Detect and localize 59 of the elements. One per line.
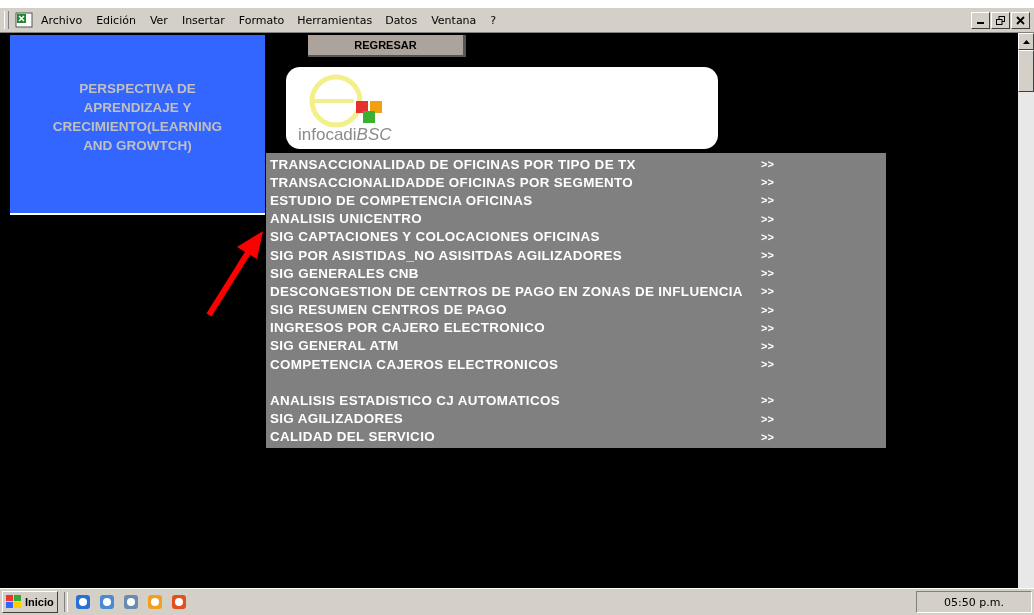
up-arrow-icon (1022, 39, 1030, 44)
menu-item[interactable]: ? (484, 10, 503, 30)
go-link[interactable]: >> (761, 321, 774, 334)
report-link[interactable]: TRANSACCIONALIDADDE OFICINAS POR SEGMENTO (270, 174, 755, 190)
notes-icon[interactable] (121, 593, 140, 611)
go-link[interactable]: >> (761, 358, 774, 371)
go-link[interactable]: >> (761, 249, 774, 262)
menu-item[interactable]: Formato (232, 10, 291, 30)
close-icon (1016, 15, 1025, 25)
go-link[interactable]: >> (761, 412, 774, 425)
report-link[interactable]: COMPETENCIA CAJEROS ELECTRONICOS (270, 356, 755, 372)
start-button[interactable]: Inicio (2, 591, 58, 613)
go-link[interactable]: >> (761, 394, 774, 407)
report-link[interactable]: SIG GENERALES CNB (270, 265, 755, 281)
menu-item[interactable]: Edición (90, 10, 142, 30)
report-link[interactable]: SIG GENERAL ATM (270, 338, 755, 354)
back-button[interactable]: REGRESAR (308, 35, 466, 57)
scroll-up-button[interactable] (1018, 33, 1034, 50)
report-link[interactable]: SIG POR ASISTIDAS_NO ASISITDAS AGILIZADORES (270, 247, 755, 263)
report-link[interactable]: SIG RESUMEN CENTROS DE PAGO (270, 302, 755, 318)
menu-item[interactable]: Archivo (35, 10, 89, 30)
close-button[interactable] (1011, 11, 1030, 29)
go-link[interactable]: >> (761, 303, 774, 316)
menu-item[interactable]: Herramientas (292, 11, 378, 29)
scroll-thumb[interactable] (1018, 50, 1034, 92)
spreadsheet-icon[interactable] (15, 12, 33, 28)
go-link[interactable]: >> (761, 176, 774, 189)
go-link[interactable]: >> (761, 230, 774, 243)
go-link[interactable]: >> (761, 430, 774, 443)
clock: 05:50 p.m. (916, 591, 1032, 613)
menu-item[interactable]: Insertar (175, 10, 231, 30)
media-player-icon[interactable] (169, 593, 188, 611)
menu-item[interactable]: Datos (379, 10, 424, 30)
report-link[interactable]: ANALISIS UNICENTRO (270, 211, 755, 227)
menu-item[interactable]: Ver (143, 10, 174, 30)
restore-button[interactable] (991, 11, 1010, 29)
browser-icon[interactable] (73, 593, 92, 611)
report-link[interactable]: TRANSACCIONALIDAD DE OFICINAS POR TIPO DE TX (270, 156, 755, 172)
go-link[interactable]: >> (761, 212, 774, 225)
go-link[interactable]: >> (761, 285, 774, 298)
report-link[interactable]: ESTUDIO DE COMPETENCIA OFICINAS (270, 192, 755, 208)
perspective-title: PERSPECTIVA DE APRENDIZAJE Y CRECIMIENTO(LEARNING AND GROWTCH) (51, 80, 224, 155)
logo-text: infocadiBSC (298, 125, 392, 145)
minimize-button[interactable] (971, 11, 990, 29)
go-link[interactable]: >> (761, 158, 774, 171)
mail-icon[interactable] (97, 593, 116, 611)
report-link[interactable]: SIG AGILIZADORES (270, 411, 755, 427)
windows-flag-icon (6, 595, 22, 609)
report-link[interactable]: ANALISIS ESTADISTICO CJ AUTOMATICOS (270, 392, 755, 408)
report-link[interactable]: CALIDAD DEL SERVICIO (270, 429, 755, 445)
report-link[interactable]: INGRESOS POR CAJERO ELECTRONICO (270, 320, 755, 336)
restore-icon (996, 15, 1005, 25)
go-link[interactable]: >> (761, 267, 774, 280)
go-link[interactable]: >> (761, 194, 774, 207)
report-link[interactable]: DESCONGESTION DE CENTROS DE PAGO EN ZONAS DE INFLUENCIA (270, 283, 755, 299)
go-link[interactable]: >> (761, 339, 774, 352)
report-link[interactable]: SIG CAPTACIONES Y COLOCACIONES OFICINAS (270, 229, 755, 245)
scroll-bar[interactable] (1018, 33, 1034, 588)
menu-item[interactable]: Ventana (425, 10, 483, 30)
